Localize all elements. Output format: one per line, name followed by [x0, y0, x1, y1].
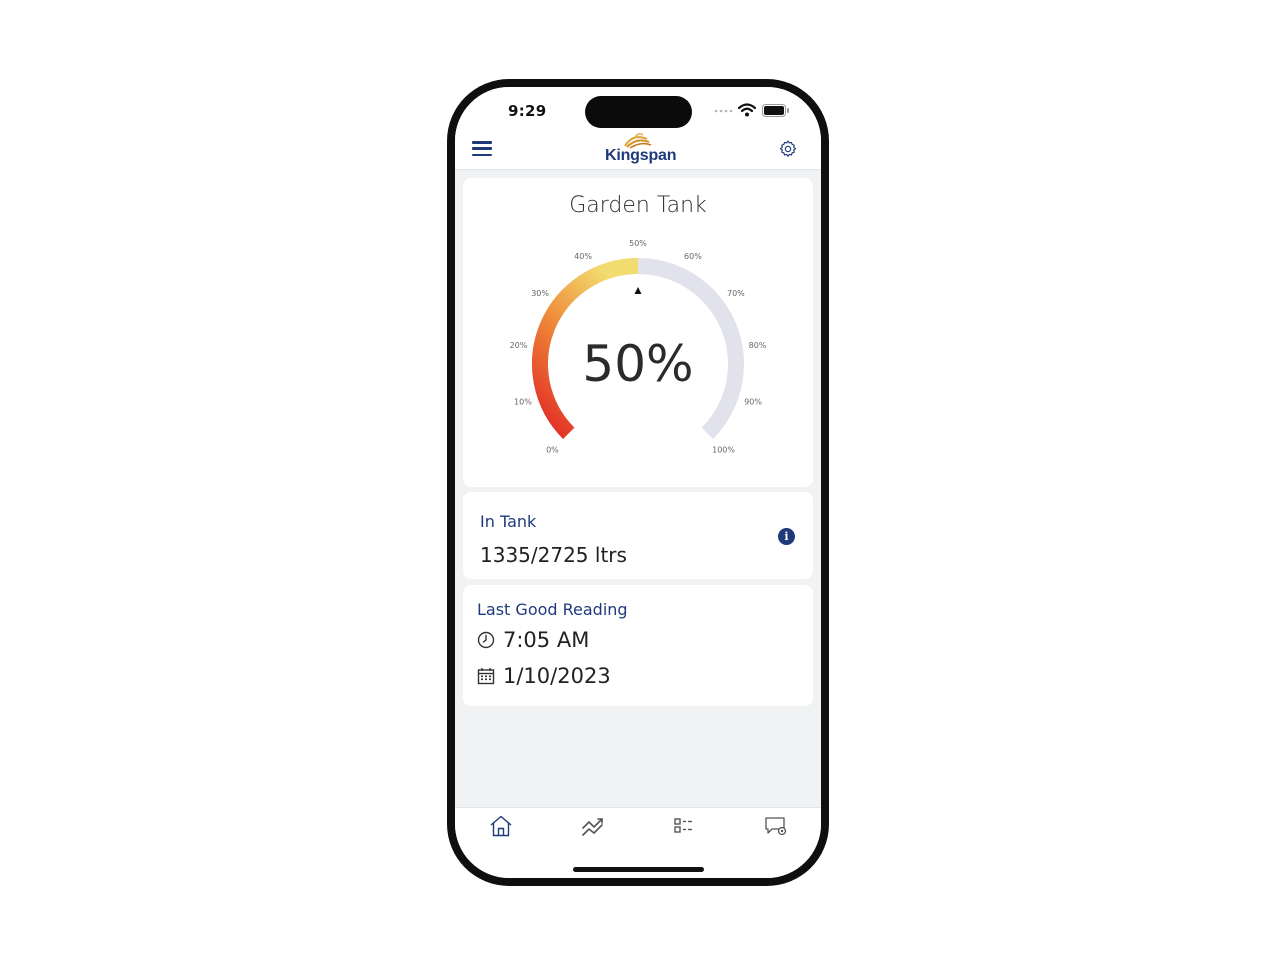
gauge-tick-label: 30% [531, 289, 549, 298]
home-icon[interactable] [488, 814, 514, 838]
in-tank-value: 1335/2725 ltrs [480, 543, 627, 567]
cellular-signal-icon [714, 109, 733, 113]
dynamic-island [585, 96, 692, 128]
reading-date-row: 1/10/2023 [477, 664, 611, 688]
gauge-pointer-icon [634, 287, 642, 294]
info-icon[interactable]: i [778, 528, 795, 545]
last-reading-card: Last Good Reading 7:05 AM 1/10/2023 [463, 585, 813, 706]
reading-date: 1/10/2023 [503, 664, 611, 688]
gauge-tick-label: 100% [712, 446, 735, 455]
calendar-icon [477, 668, 495, 685]
gauge-tick-label: 70% [727, 289, 745, 298]
gauge-tick-label: 90% [744, 397, 762, 406]
gauge-tick-label: 80% [749, 341, 767, 350]
clock-icon [477, 631, 495, 649]
logo-text: Kingspan [605, 147, 677, 164]
reading-time: 7:05 AM [503, 628, 590, 652]
level-gauge: 0% 10% 20% 30% 40% 50% 60% 70% 80% 90% 100% 50% [510, 239, 767, 455]
hamburger-menu-icon[interactable] [472, 141, 492, 159]
in-tank-label: In Tank [480, 512, 537, 531]
gauge-tick-label: 0% [546, 446, 559, 455]
status-bar: 9:29 [455, 87, 821, 137]
kingspan-logo: Kingspan [597, 131, 677, 167]
last-reading-label: Last Good Reading [477, 600, 628, 619]
battery-icon [762, 104, 789, 117]
checklist-icon[interactable] [671, 814, 697, 838]
message-settings-icon[interactable] [763, 814, 789, 838]
home-indicator [573, 867, 704, 872]
gauge-value: 50% [582, 335, 693, 393]
gauge-tick-label: 20% [510, 341, 528, 350]
gauge-tick-label: 10% [514, 397, 532, 406]
status-time: 9:29 [508, 102, 547, 120]
app-header: Kingspan [455, 131, 821, 170]
gauge-tick-label: 50% [629, 239, 647, 248]
wifi-icon [738, 103, 756, 117]
gear-icon[interactable] [778, 139, 798, 159]
trend-chart-icon[interactable] [580, 814, 606, 838]
gauge-tick-label: 60% [684, 252, 702, 261]
tank-gauge-card: Garden Tank 0% 10% 20% 30% 40% 50% 60% 70% 80% 90… [463, 178, 813, 487]
gauge-tick-label: 40% [574, 252, 592, 261]
reading-time-row: 7:05 AM [477, 628, 589, 652]
app-screen: 9:29 Kingspan Garden Tank 0% 10% 20% 30%… [455, 87, 821, 878]
in-tank-card: In Tank 1335/2725 ltrs i [463, 492, 813, 579]
